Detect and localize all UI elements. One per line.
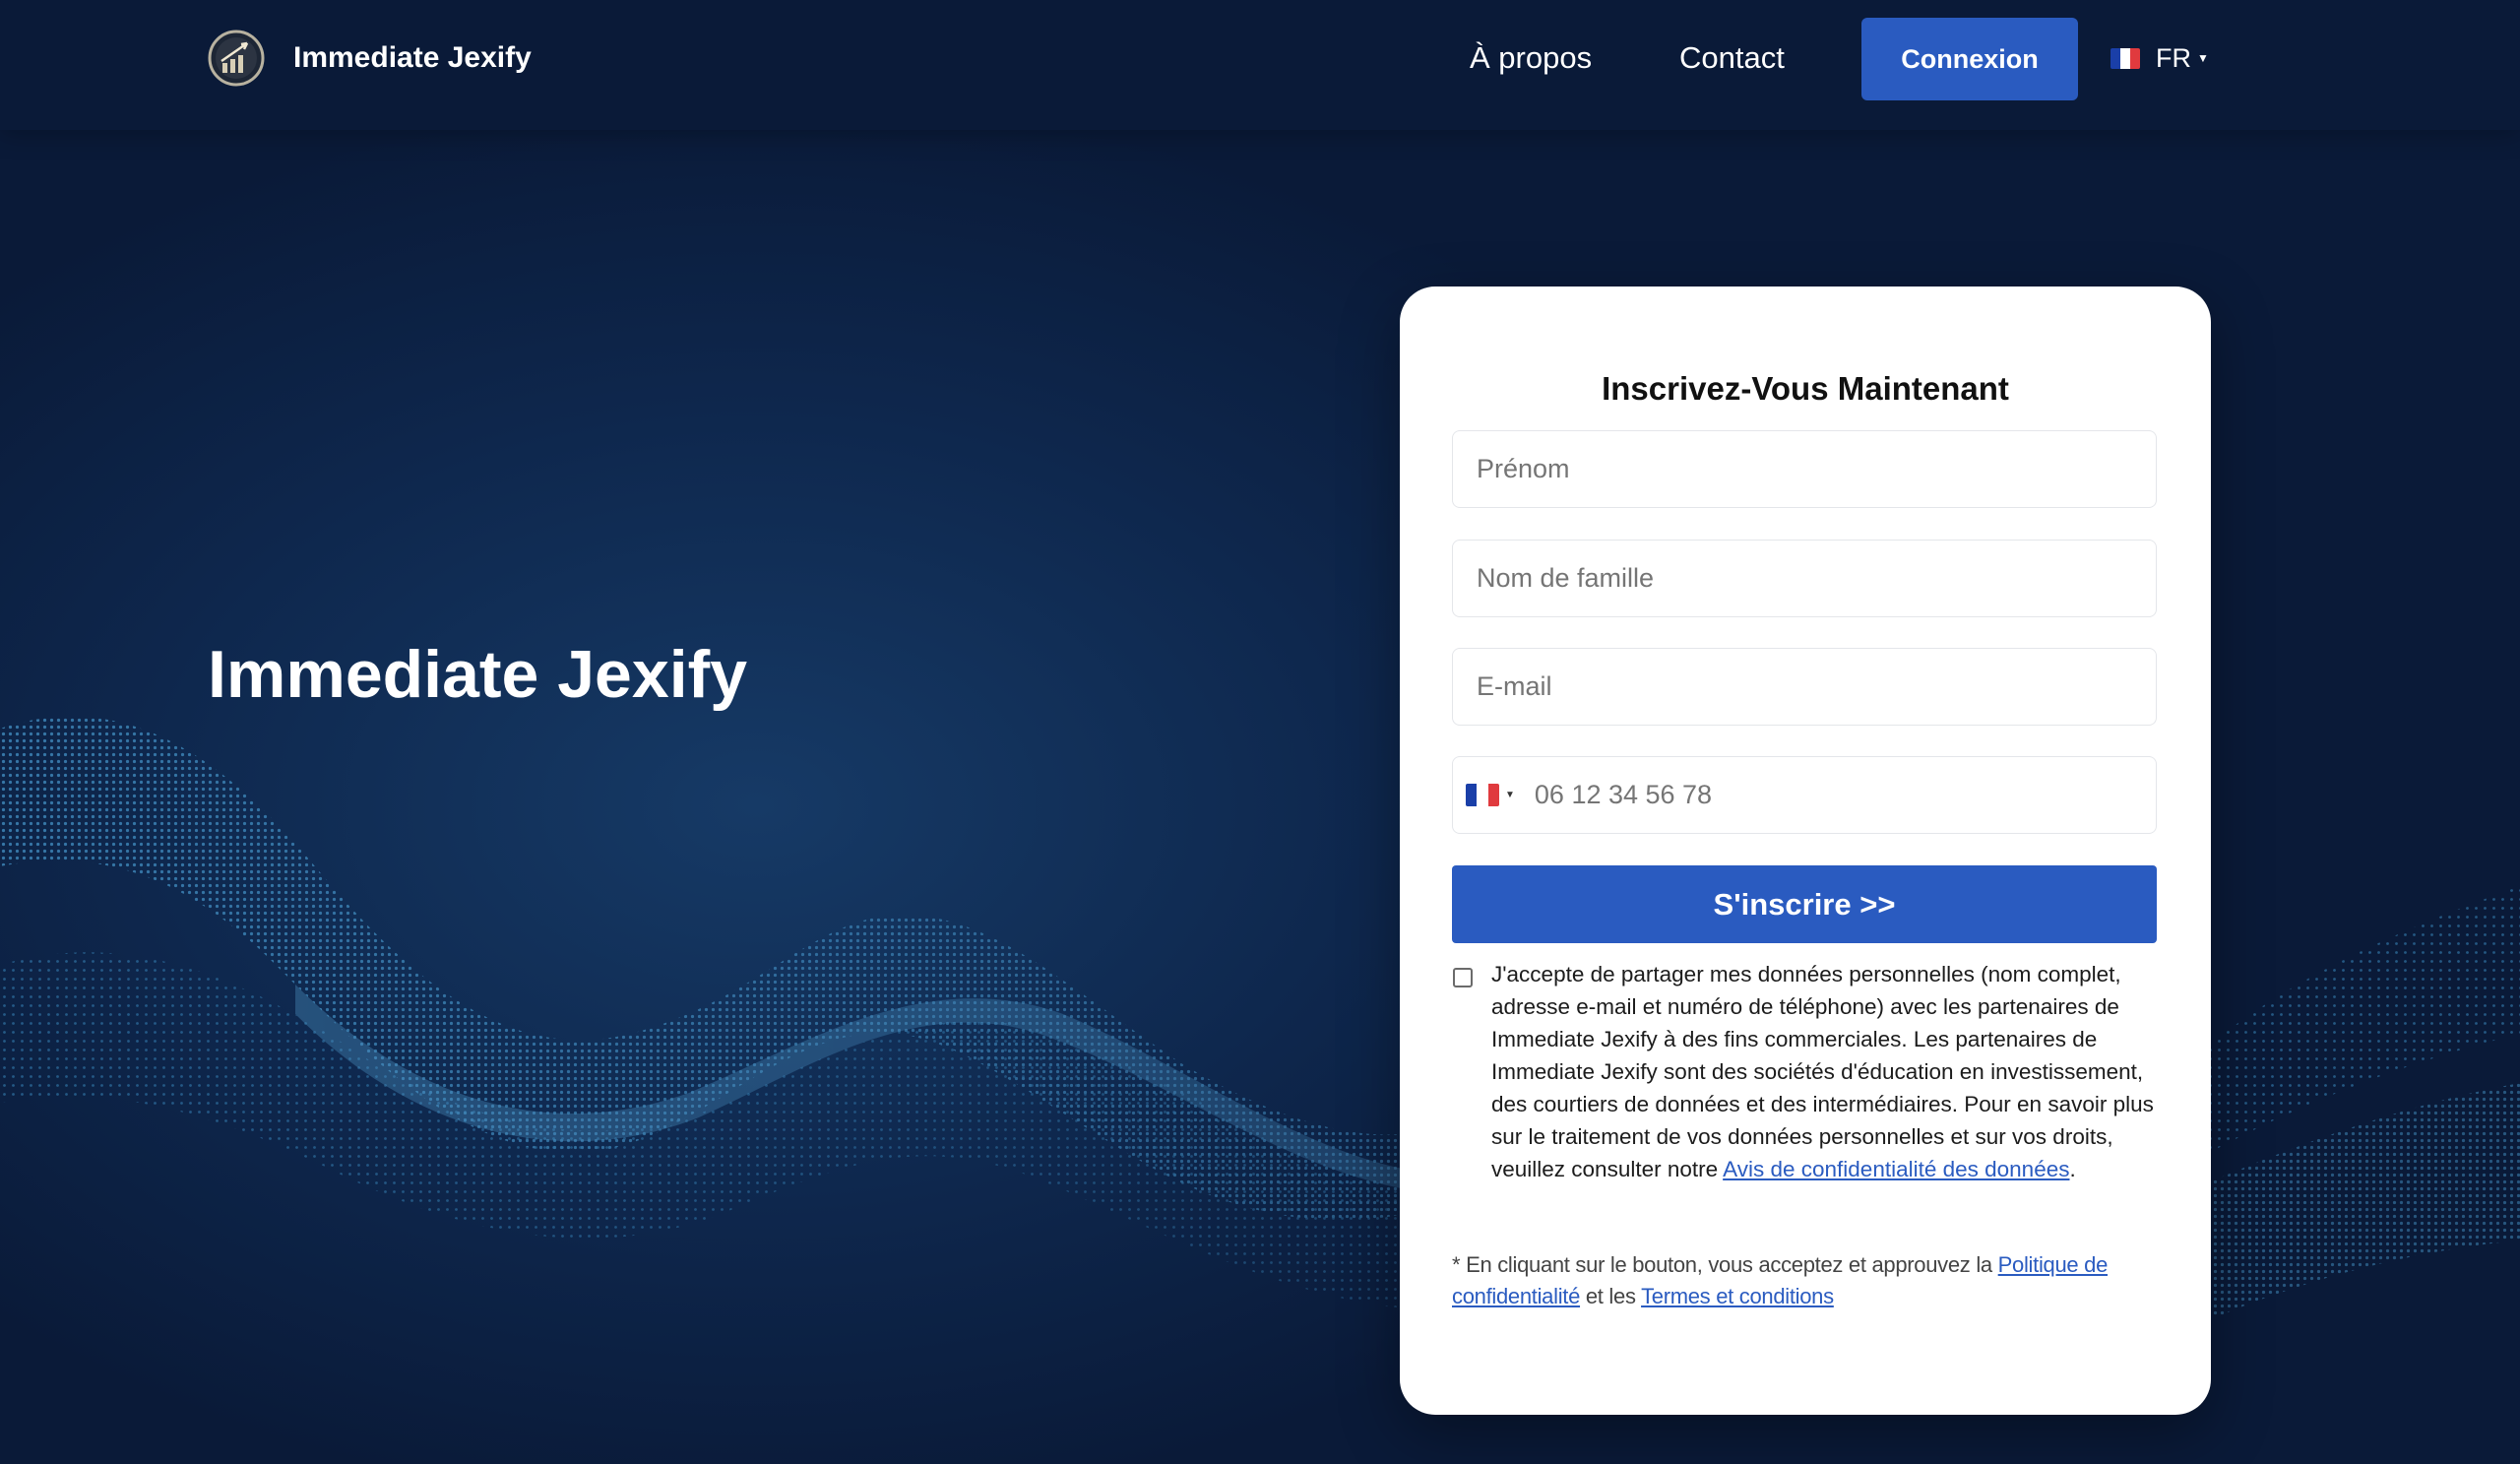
- consent-block: J'accepte de partager mes données person…: [1452, 958, 2157, 1185]
- chevron-down-icon: ▼: [2197, 51, 2209, 65]
- rocket-chart-logo-icon[interactable]: [208, 30, 265, 87]
- language-code: FR: [2156, 42, 2191, 73]
- phone-field-wrapper: ▼: [1452, 756, 2157, 834]
- consent-text: J'accepte de partager mes données person…: [1491, 958, 2157, 1185]
- chevron-down-icon: ▼: [1505, 790, 1515, 800]
- hero-title: Immediate Jexify: [208, 637, 748, 712]
- language-selector[interactable]: FR ▼: [2110, 37, 2209, 79]
- nav-about-link[interactable]: À propos: [1470, 39, 1592, 77]
- nav-contact-link[interactable]: Contact: [1679, 39, 1785, 77]
- disclaimer-middle: et les: [1580, 1284, 1642, 1308]
- phone-country-selector[interactable]: ▼: [1466, 784, 1515, 806]
- email-field[interactable]: [1452, 648, 2157, 726]
- phone-field[interactable]: [1532, 779, 2088, 811]
- signup-form-card: Inscrivez-Vous Maintenant ▼ S'inscrire >…: [1400, 286, 2211, 1415]
- first-name-field[interactable]: [1452, 430, 2157, 508]
- last-name-field[interactable]: [1452, 540, 2157, 617]
- form-title: Inscrivez-Vous Maintenant: [1602, 370, 2009, 407]
- privacy-notice-link[interactable]: Avis de confidentialité des données: [1723, 1157, 2069, 1181]
- consent-body: J'accepte de partager mes données person…: [1491, 962, 2154, 1181]
- france-flag-icon: [1466, 784, 1499, 806]
- signup-submit-button[interactable]: S'inscrire >>: [1452, 865, 2157, 943]
- consent-checkbox[interactable]: [1453, 968, 1473, 987]
- disclaimer-text: * En cliquant sur le bouton, vous accept…: [1452, 1249, 2157, 1312]
- terms-link[interactable]: Termes et conditions: [1641, 1284, 1834, 1308]
- disclaimer-prefix: * En cliquant sur le bouton, vous accept…: [1452, 1252, 1998, 1277]
- france-flag-icon: [2110, 47, 2140, 69]
- site-header: Immediate Jexify À propos Contact Connex…: [0, 0, 2520, 130]
- login-button[interactable]: Connexion: [1861, 18, 2078, 100]
- brand-name[interactable]: Immediate Jexify: [293, 39, 532, 77]
- consent-suffix: .: [2069, 1157, 2076, 1181]
